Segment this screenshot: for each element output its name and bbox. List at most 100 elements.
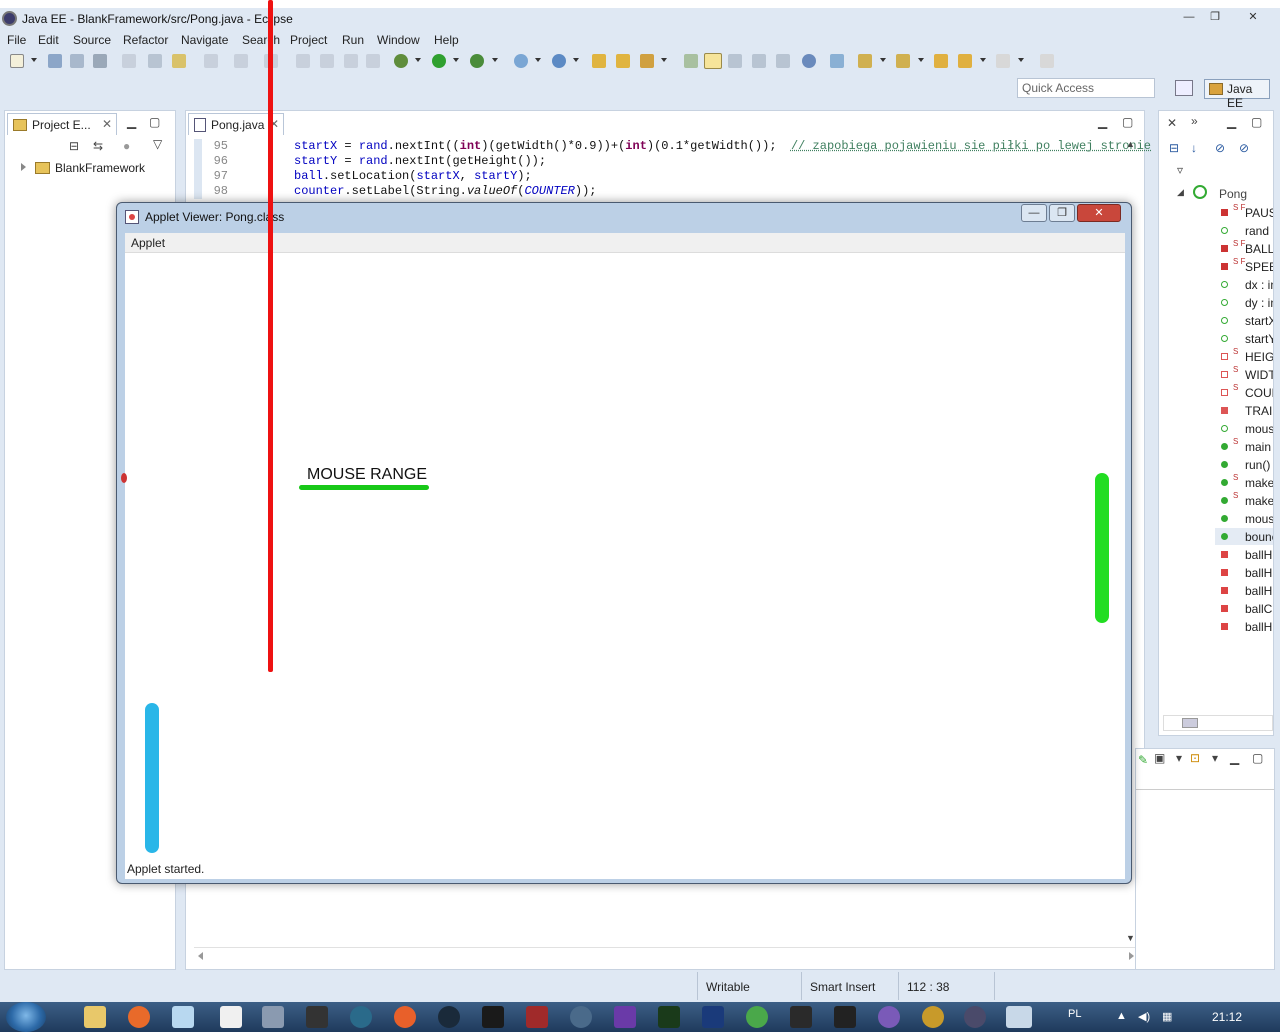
outline-item[interactable]: ballC — [1245, 602, 1273, 616]
warcraft-icon[interactable] — [922, 1006, 944, 1028]
maximize-view-icon[interactable]: ▢ — [1252, 751, 1263, 765]
outline-item[interactable]: ballH — [1245, 566, 1273, 580]
network-app-icon[interactable] — [570, 1006, 592, 1028]
start-button[interactable] — [6, 1002, 46, 1032]
chevron-down-icon[interactable]: ▾ — [1176, 751, 1182, 765]
chevron-down-icon[interactable] — [980, 58, 986, 62]
minimize-view-icon[interactable]: ▁ — [1227, 115, 1236, 129]
maximize-button[interactable]: ❐ — [1202, 9, 1228, 26]
applet-canvas[interactable]: MOUSE RANGE — [121, 253, 1125, 861]
previous-edit-icon[interactable] — [896, 54, 910, 68]
outline-item[interactable]: SPEED — [1245, 260, 1273, 274]
chevron-down-icon[interactable]: ▿ — [1177, 163, 1183, 177]
menu-edit[interactable]: Edit — [38, 33, 59, 47]
outline-horizontal-scrollbar[interactable] — [1163, 715, 1273, 731]
menu-refactor[interactable]: Refactor — [123, 33, 168, 47]
app-h-icon[interactable] — [834, 1006, 856, 1028]
link-editor-icon[interactable]: ⇆ — [93, 139, 103, 153]
save-icon[interactable] — [48, 54, 62, 68]
utorrent-icon[interactable] — [746, 1006, 768, 1028]
run-tools-icon[interactable] — [470, 54, 484, 68]
scroll-thumb[interactable] — [1182, 718, 1198, 728]
outline-item[interactable]: HEIGHT — [1245, 350, 1273, 364]
view-menu-icon[interactable]: ▽ — [153, 137, 162, 151]
outline-item[interactable]: TRAIL — [1245, 404, 1273, 418]
outline-item[interactable]: main — [1245, 440, 1273, 454]
outline-root-pong[interactable]: Pong — [1219, 187, 1247, 201]
new-class-icon[interactable] — [552, 54, 566, 68]
toggle-breakpoint-icon[interactable] — [122, 54, 136, 68]
expand-arrow-icon[interactable] — [21, 163, 26, 171]
forward-icon[interactable] — [996, 54, 1010, 68]
minimize-button[interactable]: — — [1176, 9, 1202, 26]
scroll-up-icon[interactable]: ▲ — [1126, 139, 1135, 149]
visual-studio-icon[interactable] — [614, 1006, 636, 1028]
pin-editor-icon[interactable] — [1040, 54, 1054, 68]
chevron-down-icon[interactable] — [31, 58, 37, 62]
chevron-down-icon[interactable] — [880, 58, 886, 62]
debug-icon[interactable] — [394, 54, 408, 68]
new-icon[interactable] — [10, 54, 24, 68]
chevron-down-icon[interactable] — [415, 58, 421, 62]
tab-project-explorer[interactable]: Project E... ✕ — [7, 113, 117, 135]
chevron-down-icon[interactable] — [492, 58, 498, 62]
close-icon[interactable]: ✕ — [102, 117, 112, 131]
pin-icon[interactable]: ✎ — [1138, 753, 1148, 767]
outline-item[interactable]: WIDTH — [1245, 368, 1273, 382]
chevron-down-icon[interactable] — [573, 58, 579, 62]
terminate-icon[interactable] — [344, 54, 358, 68]
open-perspective-icon[interactable] — [1175, 80, 1193, 96]
scroll-right-icon[interactable] — [1129, 952, 1134, 960]
volume-icon[interactable]: ◀) — [1138, 1010, 1150, 1023]
explorer-icon[interactable] — [84, 1006, 106, 1028]
minimize-view-icon[interactable]: ▁ — [1098, 115, 1107, 129]
open-type-icon[interactable] — [592, 54, 606, 68]
run-icon[interactable] — [432, 54, 446, 68]
collapse-all-icon[interactable]: ⊟ — [69, 139, 79, 153]
maximize-view-icon[interactable]: ▢ — [149, 115, 160, 129]
hide-static-icon[interactable]: ⊘ — [1239, 141, 1249, 155]
last-edit-icon[interactable] — [934, 54, 948, 68]
notepad-icon[interactable] — [172, 1006, 194, 1028]
photoshop-icon[interactable] — [702, 1006, 724, 1028]
steam-icon[interactable] — [438, 1006, 460, 1028]
save-all-icon[interactable] — [70, 54, 84, 68]
menu-help[interactable]: Help — [434, 33, 459, 47]
redo-icon[interactable] — [234, 54, 248, 68]
next-annotation-icon[interactable] — [684, 54, 698, 68]
expand-arrow-icon[interactable]: ◢ — [1177, 187, 1184, 198]
more-views-icon[interactable]: » — [1191, 114, 1198, 128]
document-icon[interactable] — [220, 1006, 242, 1028]
chevron-down-icon[interactable] — [918, 58, 924, 62]
undo-icon[interactable] — [204, 54, 218, 68]
chevron-down-icon[interactable]: ▾ — [1212, 751, 1218, 765]
chevron-down-icon[interactable] — [661, 58, 667, 62]
outline-item[interactable]: run() — [1245, 458, 1273, 472]
print-icon[interactable] — [93, 54, 107, 68]
league-icon[interactable] — [482, 1006, 504, 1028]
outline-item[interactable]: dx : int — [1245, 278, 1273, 292]
menu-project[interactable]: Project — [290, 33, 327, 47]
outline-item[interactable]: PAUSE — [1245, 206, 1273, 220]
outline-item[interactable]: startY — [1245, 332, 1273, 346]
applet-maximize-button[interactable]: ❐ — [1049, 204, 1075, 222]
maximize-view-icon[interactable]: ▢ — [1122, 115, 1133, 129]
quick-access-input[interactable]: Quick Access — [1017, 78, 1155, 98]
outline-item[interactable]: make — [1245, 494, 1273, 508]
sort-icon[interactable]: ↓ — [1191, 141, 1197, 155]
open-console-icon[interactable]: ⊡ — [1190, 751, 1200, 765]
server-icon[interactable] — [172, 54, 186, 68]
outline-item[interactable]: BALL — [1245, 242, 1273, 256]
outline-item[interactable]: make — [1245, 476, 1273, 490]
applet-close-button[interactable]: ✕ — [1077, 204, 1121, 222]
menu-navigate[interactable]: Navigate — [181, 33, 228, 47]
tray-arrow-icon[interactable]: ▲ — [1116, 1010, 1127, 1022]
outline-item[interactable]: ballH — [1245, 584, 1273, 598]
close-button[interactable]: ✕ — [1240, 9, 1266, 26]
minimize-view-icon[interactable]: ▁ — [127, 115, 136, 129]
tree-item-blankframework[interactable]: BlankFramework — [55, 161, 145, 175]
scroll-down-icon[interactable]: ▼ — [1126, 933, 1135, 943]
collapse-all-icon[interactable]: ⊟ — [1169, 141, 1179, 155]
outline-item[interactable]: ballH — [1245, 620, 1273, 634]
close-icon[interactable]: ✕ — [1167, 116, 1177, 130]
